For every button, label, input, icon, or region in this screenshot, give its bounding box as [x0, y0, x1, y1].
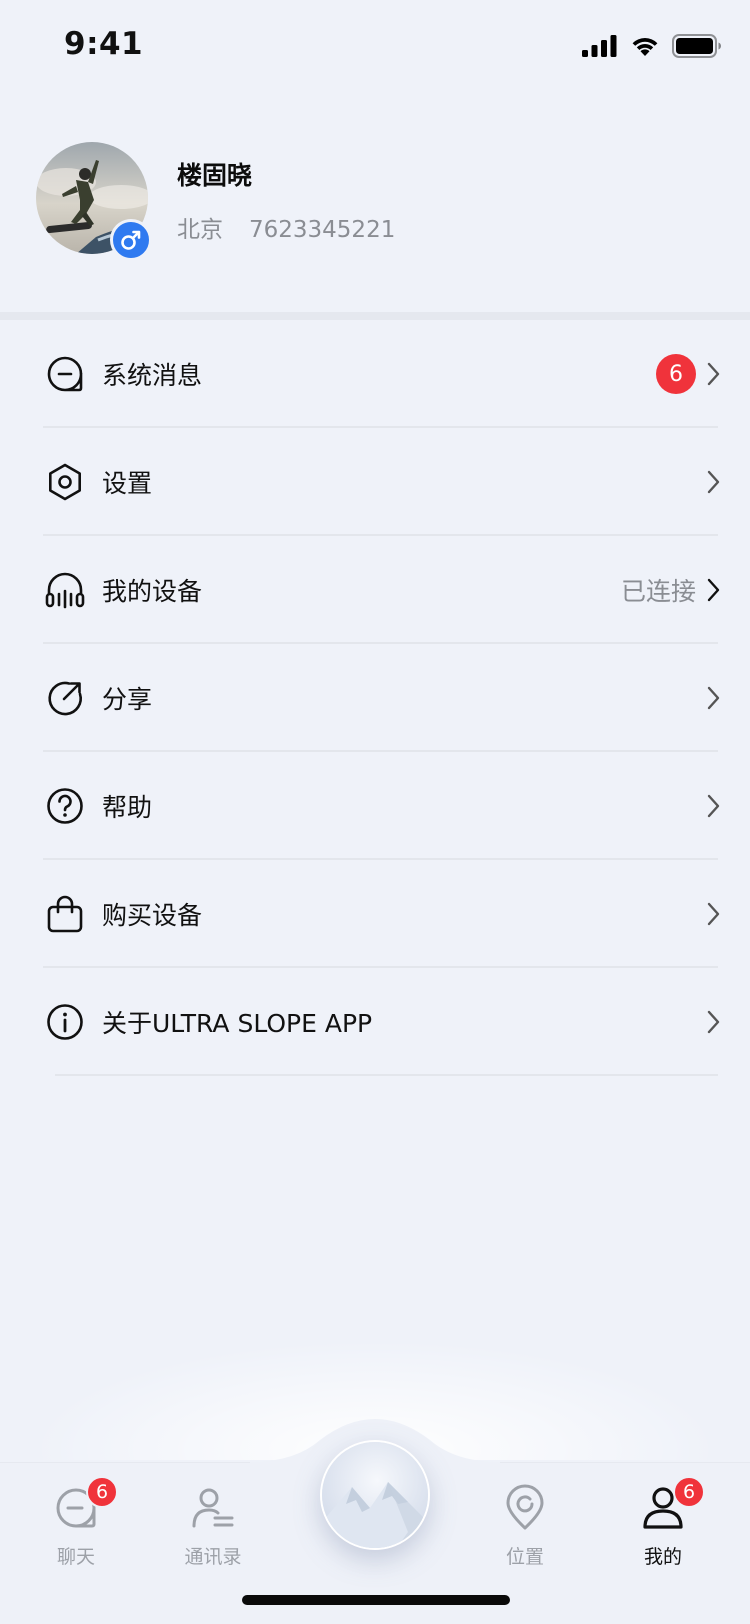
menu-item-label: 系统消息	[102, 361, 203, 390]
center-home-button[interactable]	[320, 1440, 430, 1550]
chevron-right-icon	[706, 685, 722, 711]
chevron-right-icon	[706, 577, 722, 603]
menu-item-buy-device[interactable]: 购买设备	[0, 860, 750, 968]
menu-item-label: 我的设备	[102, 577, 203, 606]
chevron-right-icon	[706, 901, 722, 927]
chevron-right-icon	[706, 361, 722, 387]
mountain-icon	[322, 1442, 428, 1548]
male-icon	[110, 219, 152, 261]
unread-badge: 6	[656, 354, 696, 394]
menu-item-right: 已连接	[621, 536, 722, 644]
menu-item-share[interactable]: 分享	[0, 644, 750, 752]
menu-item-label: 购买设备	[102, 901, 203, 930]
tab-badge: 6	[673, 1476, 705, 1508]
settings-hexagon-icon	[44, 461, 86, 503]
tab-label: 通讯录	[184, 1546, 242, 1568]
menu-item-help[interactable]: 帮助	[0, 752, 750, 860]
profile-name: 楼固晓	[177, 161, 253, 190]
menu-item-right	[706, 644, 722, 752]
profile-page: 9:41 楼固晓 北京 7623345221 系统消息 6 设置 我的设备 已连…	[0, 0, 750, 1624]
signal-icon	[582, 35, 618, 57]
tab-location[interactable]: 位置	[475, 1484, 575, 1569]
tab-label: 我的	[643, 1546, 682, 1568]
profile-header[interactable]: 楼固晓 北京 7623345221	[0, 142, 750, 312]
status-bar: 9:41	[0, 0, 750, 92]
chat-icon: 6	[52, 1476, 118, 1532]
menu-item-label: 关于ULTRA SLOPE APP	[102, 1009, 373, 1038]
menu-item-label: 帮助	[102, 793, 153, 822]
profile-city: 北京	[177, 217, 223, 243]
menu-item-label: 分享	[102, 685, 153, 714]
profile-id: 7623345221	[249, 217, 396, 243]
menu-item-right	[706, 968, 722, 1076]
chevron-right-icon	[706, 1009, 722, 1035]
device-status: 已连接	[620, 577, 696, 606]
menu-item-right	[706, 752, 722, 860]
menu-item-right	[706, 428, 722, 536]
wifi-icon	[630, 35, 660, 57]
tab-label: 位置	[505, 1546, 544, 1568]
menu-item-right	[706, 860, 722, 968]
status-time: 9:41	[64, 26, 144, 62]
profile-icon: 6	[639, 1476, 705, 1532]
location-icon	[501, 1484, 549, 1532]
menu-item-label: 设置	[102, 469, 153, 498]
tab-contacts[interactable]: 通讯录	[163, 1484, 263, 1569]
menu-list: 系统消息 6 设置 我的设备 已连接 分享 帮助 购买设备 关于ULTRA SL…	[0, 320, 750, 1076]
tab-chat[interactable]: 6 聊天	[26, 1476, 126, 1569]
tab-badge: 6	[86, 1476, 118, 1508]
battery-icon	[672, 34, 722, 58]
shopping-bag-icon	[44, 893, 86, 935]
chevron-right-icon	[706, 469, 722, 495]
menu-item-settings[interactable]: 设置	[0, 428, 750, 536]
tab-label: 聊天	[56, 1546, 95, 1568]
contacts-icon	[189, 1484, 237, 1532]
headphones-icon	[44, 569, 86, 611]
status-icons	[582, 30, 722, 62]
info-icon	[44, 1001, 86, 1043]
profile-meta: 北京 7623345221	[177, 210, 395, 244]
chevron-right-icon	[706, 793, 722, 819]
menu-item-system-messages[interactable]: 系统消息 6	[0, 320, 750, 428]
tab-profile[interactable]: 6 我的	[613, 1476, 713, 1569]
menu-item-my-devices[interactable]: 我的设备 已连接	[0, 536, 750, 644]
share-icon	[44, 677, 86, 719]
home-indicator	[242, 1595, 510, 1605]
help-icon	[44, 785, 86, 827]
message-icon	[44, 353, 86, 395]
section-divider	[0, 312, 750, 320]
menu-item-about[interactable]: 关于ULTRA SLOPE APP	[0, 968, 750, 1076]
menu-item-right: 6	[656, 320, 722, 428]
